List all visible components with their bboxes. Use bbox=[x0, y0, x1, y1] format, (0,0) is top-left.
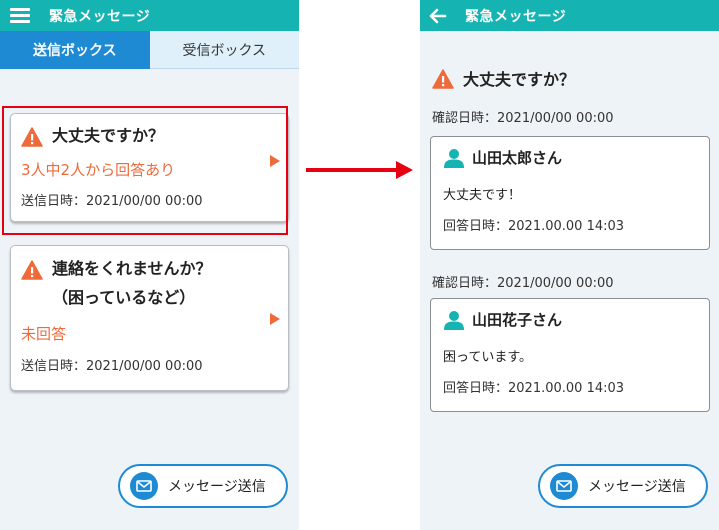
message-detail-screen: 緊急メッセージ 大丈夫ですか？ 確認日時：2021/00/00 00:00 山田… bbox=[420, 0, 719, 530]
person-icon bbox=[444, 310, 464, 330]
reply-name: 山田花子さん bbox=[443, 309, 562, 330]
reply-name-text: 山田花子さん bbox=[472, 311, 563, 329]
mailbox-tabs: 送信ボックス 受信ボックス bbox=[0, 31, 299, 69]
send-message-label: メッセージ送信 bbox=[168, 479, 266, 495]
send-message-button[interactable]: メッセージ送信 bbox=[538, 464, 708, 508]
mail-icon bbox=[550, 472, 578, 500]
message-title-line: （困っているなど） bbox=[52, 288, 196, 307]
header-title: 緊急メッセージ bbox=[49, 8, 151, 25]
person-icon bbox=[444, 148, 464, 168]
reply-message: 大丈夫です！ bbox=[443, 188, 522, 203]
flow-arrow-icon bbox=[306, 161, 413, 179]
replied-datetime: 回答日時：2021.00.00 14:03 bbox=[443, 381, 625, 396]
reply-card: 山田花子さん 困っています。 回答日時：2021.00.00 14:03 bbox=[430, 298, 710, 412]
message-title-text: 大丈夫ですか？ bbox=[463, 70, 576, 89]
hamburger-menu-icon[interactable] bbox=[10, 8, 30, 23]
reply-name-text: 山田太郎さん bbox=[472, 149, 563, 167]
warning-icon bbox=[432, 68, 454, 89]
replied-datetime: 回答日時：2021.00.00 14:03 bbox=[443, 219, 625, 234]
confirmed-datetime: 確認日時：2021/00/00 00:00 bbox=[432, 111, 614, 126]
tab-inbox[interactable]: 受信ボックス bbox=[149, 31, 299, 69]
message-title-line: 連絡をくれませんか？ bbox=[52, 259, 212, 278]
highlight-frame bbox=[2, 106, 288, 235]
sent-datetime: 送信日時：2021/00/00 00:00 bbox=[21, 359, 203, 374]
app-header: 緊急メッセージ bbox=[0, 0, 299, 31]
reply-status: 未回答 bbox=[21, 325, 67, 343]
app-header: 緊急メッセージ bbox=[420, 0, 719, 31]
warning-icon bbox=[21, 260, 43, 280]
reply-card: 山田太郎さん 大丈夫です！ 回答日時：2021.00.00 14:03 bbox=[430, 136, 710, 250]
play-icon bbox=[270, 313, 280, 325]
header-title: 緊急メッセージ bbox=[465, 8, 567, 25]
sent-box-screen: 緊急メッセージ 送信ボックス 受信ボックス 大丈夫ですか？ 3人中2人から回答あ… bbox=[0, 0, 299, 530]
message-title: 連絡をくれませんか？ （困っているなど） bbox=[21, 259, 212, 312]
message-card[interactable]: 連絡をくれませんか？ （困っているなど） 未回答 送信日時：2021/00/00… bbox=[10, 245, 289, 391]
reply-message: 困っています。 bbox=[443, 350, 533, 365]
tab-sent-box[interactable]: 送信ボックス bbox=[0, 31, 150, 69]
send-message-button[interactable]: メッセージ送信 bbox=[118, 464, 288, 508]
message-title: 大丈夫ですか？ bbox=[432, 66, 575, 90]
reply-name: 山田太郎さん bbox=[443, 147, 562, 168]
send-message-label: メッセージ送信 bbox=[588, 479, 686, 495]
confirmed-datetime: 確認日時：2021/00/00 00:00 bbox=[432, 276, 614, 291]
back-arrow-icon[interactable] bbox=[429, 8, 447, 24]
mail-icon bbox=[130, 472, 158, 500]
